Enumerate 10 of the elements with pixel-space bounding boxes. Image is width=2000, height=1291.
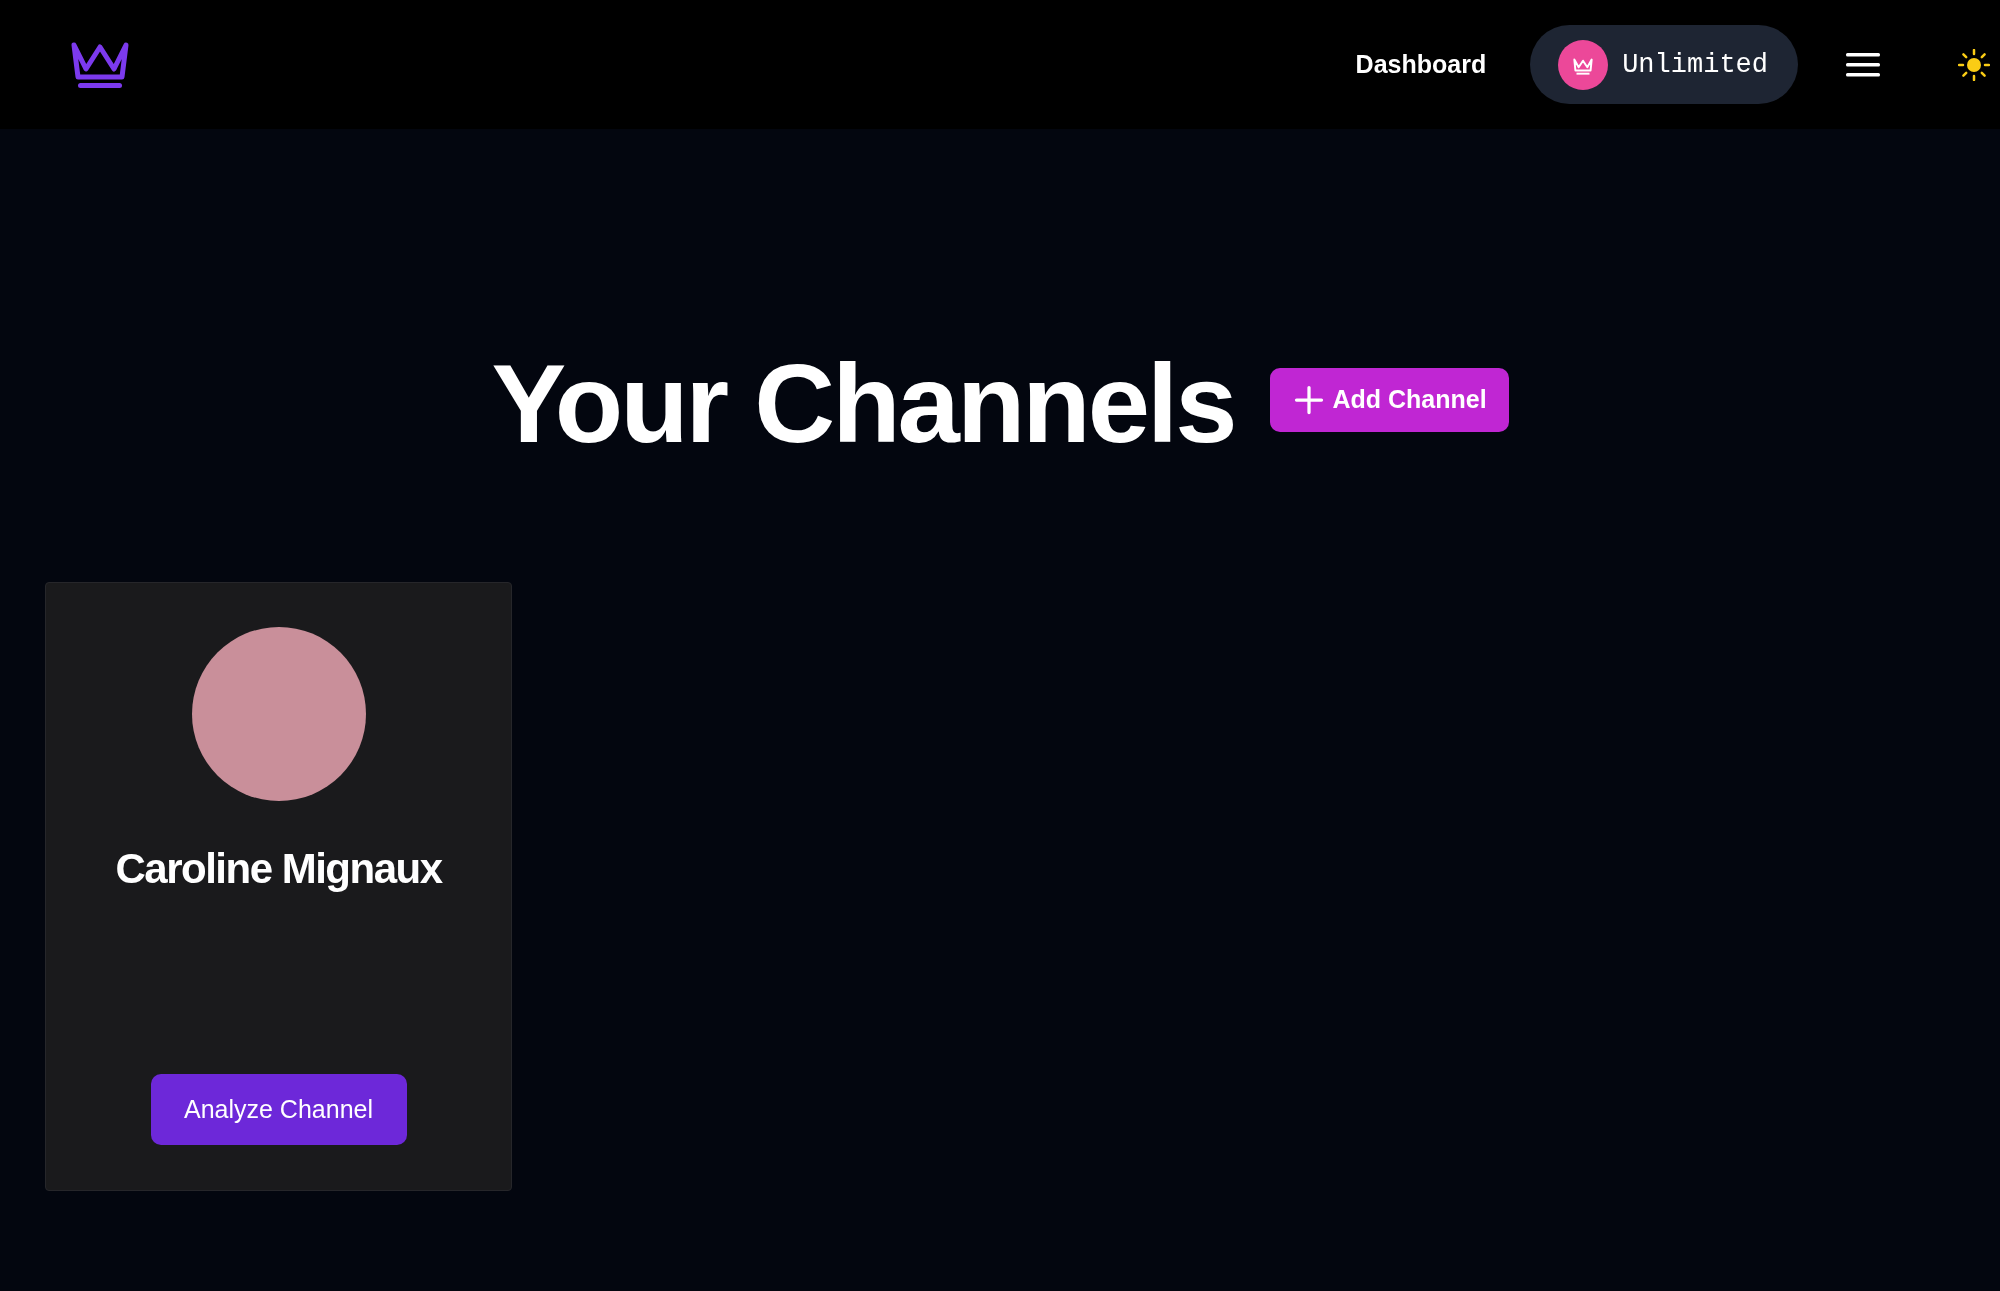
nav-link[interactable]: Dashboard: [1355, 50, 1487, 79]
sun-icon[interactable]: [1958, 48, 1990, 81]
plus-icon: [1294, 384, 1325, 415]
page-title: Your Channels: [491, 340, 1235, 468]
analyze-channel-button[interactable]: Analyze Channel: [150, 1074, 407, 1145]
plan-label: Unlimited: [1622, 49, 1768, 80]
channel-name: Caroline Mignaux: [115, 845, 442, 893]
menu-icon[interactable]: [1846, 51, 1880, 78]
add-channel-button[interactable]: Add Channel: [1270, 367, 1509, 432]
plan-badge[interactable]: Unlimited: [1530, 25, 1798, 104]
